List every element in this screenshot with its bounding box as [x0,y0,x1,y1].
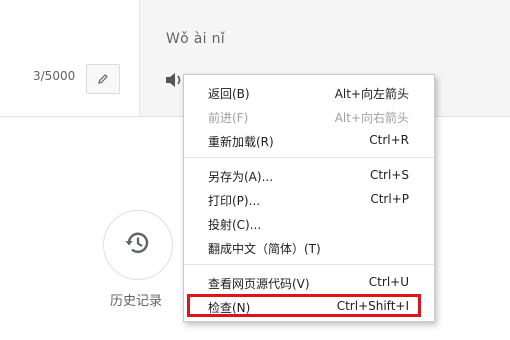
pinyin-text: Wǒ ài nǐ [166,31,225,47]
menu-item-shortcut: Ctrl+R [369,133,409,147]
menu-item-cast[interactable]: 投射(C)... [184,212,434,234]
menu-separator [184,157,434,158]
menu-item-shortcut: Ctrl+P [370,192,409,206]
history-label: 历史记录 [110,294,163,309]
menu-item-label: 重新加载(R) [208,135,274,149]
menu-item-shortcut: Ctrl+U [368,275,409,289]
menu-item-label: 另存为(A)... [208,170,274,184]
edit-button[interactable] [86,64,120,94]
menu-item-shortcut: Alt+向右箭头 [334,111,409,125]
source-pane: 3/5000 [0,0,140,116]
menu-item-print[interactable]: 打印(P)... Ctrl+P [184,188,434,210]
menu-item-back[interactable]: 返回(B) Alt+向左箭头 [184,81,434,103]
menu-item-forward: 前进(F) Alt+向右箭头 [184,105,434,127]
menu-item-label: 返回(B) [208,87,250,101]
history-icon [123,228,153,262]
menu-item-save-as[interactable]: 另存为(A)... Ctrl+S [184,164,434,186]
menu-item-label: 投射(C)... [208,218,262,232]
pencil-icon [97,70,109,89]
menu-item-label: 翻成中文（简体）(T) [208,242,321,256]
menu-item-translate[interactable]: 翻成中文（简体）(T) [184,236,434,258]
menu-item-label: 打印(P)... [208,194,261,208]
menu-item-reload[interactable]: 重新加载(R) Ctrl+R [184,129,434,151]
menu-item-label: 查看网页源代码(V) [208,277,310,291]
menu-separator [184,264,434,265]
menu-item-inspect[interactable]: 检查(N) Ctrl+Shift+I [184,295,434,317]
history-button[interactable] [103,210,173,280]
menu-item-label: 检查(N) [208,301,251,315]
menu-item-shortcut: Ctrl+S [369,168,409,182]
context-menu: 返回(B) Alt+向左箭头 前进(F) Alt+向右箭头 重新加载(R) Ct… [183,74,435,322]
menu-item-label: 前进(F) [208,111,249,125]
menu-item-shortcut: Alt+向左箭头 [334,87,409,101]
menu-item-shortcut: Ctrl+Shift+I [336,299,409,313]
menu-item-view-source[interactable]: 查看网页源代码(V) Ctrl+U [184,271,434,293]
char-count: 3/5000 [33,69,76,83]
